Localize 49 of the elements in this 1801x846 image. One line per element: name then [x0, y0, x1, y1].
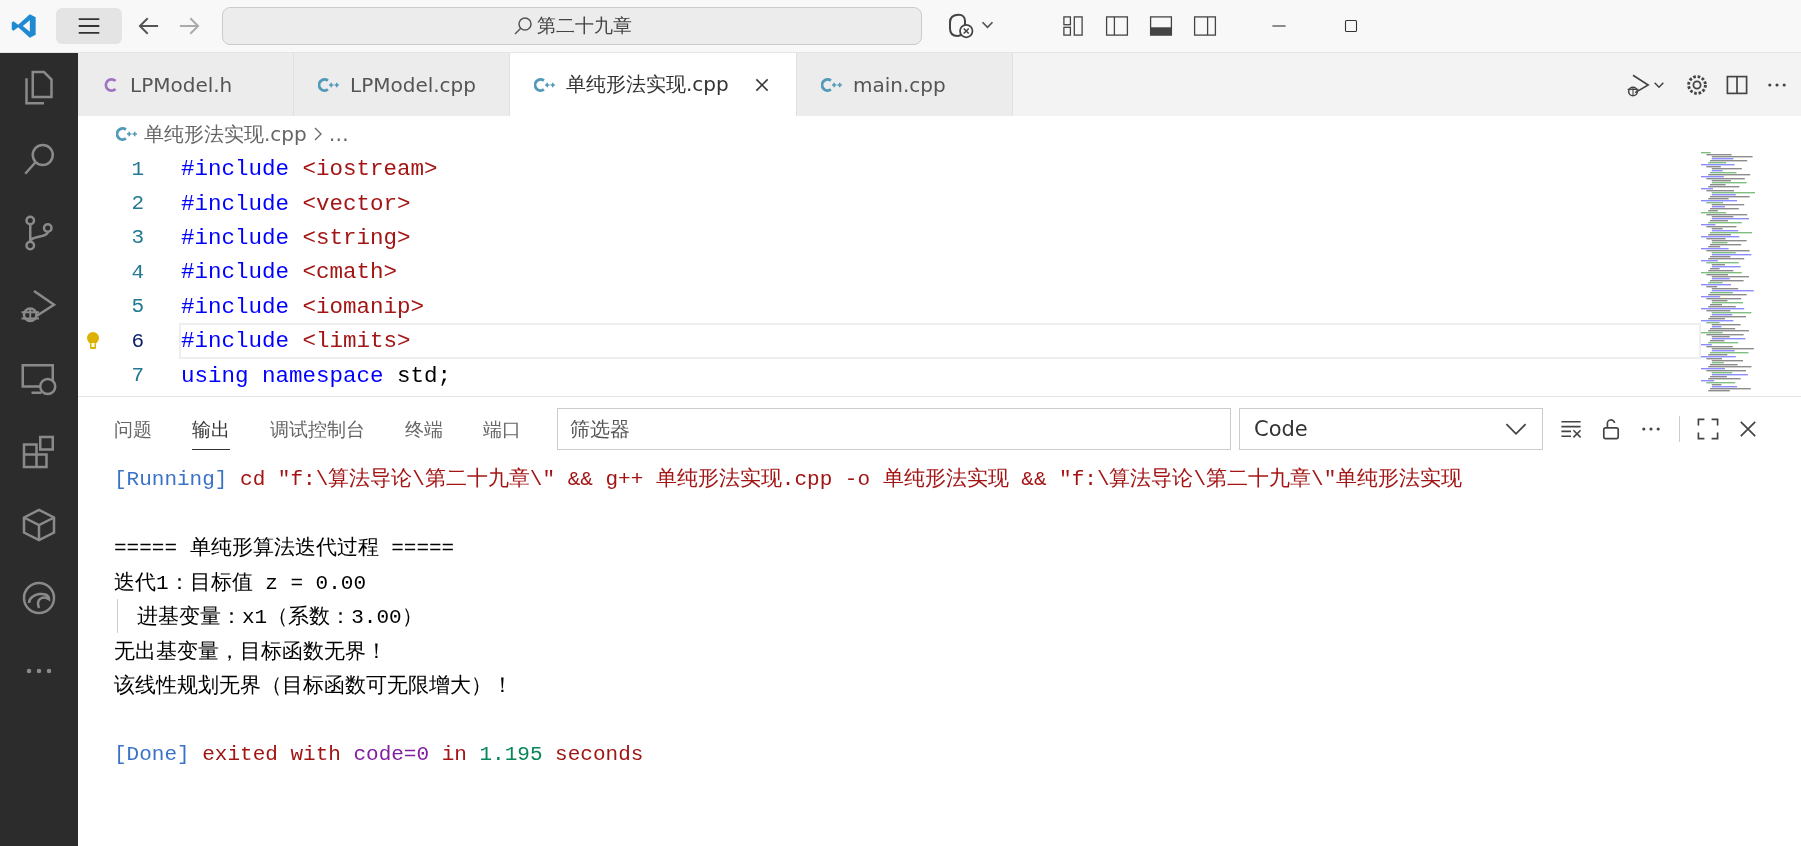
panel-tab[interactable]: 输出 [192, 408, 230, 450]
output-line: [Done] exited with code=0 in 1.195 seconds [114, 742, 644, 766]
code-line: using namespace std; [180, 361, 453, 391]
output-channel-dropdown[interactable]: Code [1239, 408, 1543, 450]
code-line: #include <cmath> [180, 258, 399, 288]
line-number: 6 [130, 329, 144, 353]
editor-tab[interactable]: 单纯形法实现.cpp [510, 53, 797, 116]
line-number: 5 [130, 295, 144, 319]
output-line: 无出基变量，目标函数无界！ [114, 639, 387, 665]
secondary-sidebar-icon[interactable] [1192, 13, 1218, 39]
output-line: [Running] cd "f:\算法导论\第二十九章\" && g++ 单纯形法实现.cpp -o 单纯形法实现 && "f:\算法导论\第二十九章\"单纯形法实现 [114, 466, 1463, 493]
search-icon [512, 16, 533, 36]
primary-sidebar-icon[interactable] [1104, 13, 1130, 39]
chevron-icon [312, 126, 323, 142]
cpp-file-icon [821, 75, 843, 94]
breadcrumb-item[interactable]: … [328, 122, 349, 146]
breadcrumb-item[interactable]: 单纯形法实现.cpp [144, 120, 307, 148]
editor-tab[interactable]: LPModel.h [78, 53, 294, 116]
line-number: 2 [130, 192, 144, 216]
panel-tab[interactable]: 调试控制台 [270, 408, 365, 450]
output-line: 进基变量：x1（系数：3.00） [137, 604, 423, 631]
cpp-file-icon [116, 125, 138, 143]
settings-icon[interactable] [1685, 72, 1709, 97]
menu-icon [76, 18, 102, 34]
line-number: 1 [130, 157, 144, 181]
maximize-panel-icon[interactable] [1696, 417, 1720, 441]
output-line: 迭代1：目标值 z = 0.00 [114, 570, 367, 596]
code-line: #include <iostream> [180, 155, 439, 185]
cpp-file-icon [534, 75, 556, 94]
cpp-file-icon [318, 75, 340, 94]
code-line: #include <string> [180, 224, 412, 253]
output-line: ===== 单纯形算法迭代过程 ===== [114, 535, 455, 562]
editor-tab[interactable]: LPModel.cpp [294, 53, 510, 116]
panel-toggle-icon[interactable] [1148, 13, 1174, 39]
panel-tab[interactable]: 终端 [405, 408, 443, 450]
layout-icon[interactable] [1060, 13, 1086, 39]
vscode-logo-icon [10, 12, 38, 40]
output-line: 该线性规划无界（目标函数可无限增大）！ [114, 673, 513, 700]
panel-tab[interactable]: 端口 [483, 408, 521, 450]
command-search-field[interactable]: 第二十九章 [222, 7, 922, 45]
menu-button[interactable] [56, 8, 122, 44]
filter-field[interactable]: 筛选器 [557, 408, 1231, 450]
code-line: #include <vector> [180, 189, 412, 219]
code-line: #include <iomanip> [180, 292, 426, 322]
editor-tab[interactable]: main.cpp [797, 53, 1013, 116]
panel-tab[interactable]: 问题 [114, 408, 152, 450]
line-number: 4 [130, 260, 144, 284]
line-number: 7 [130, 364, 144, 388]
line-number: 3 [130, 226, 144, 250]
